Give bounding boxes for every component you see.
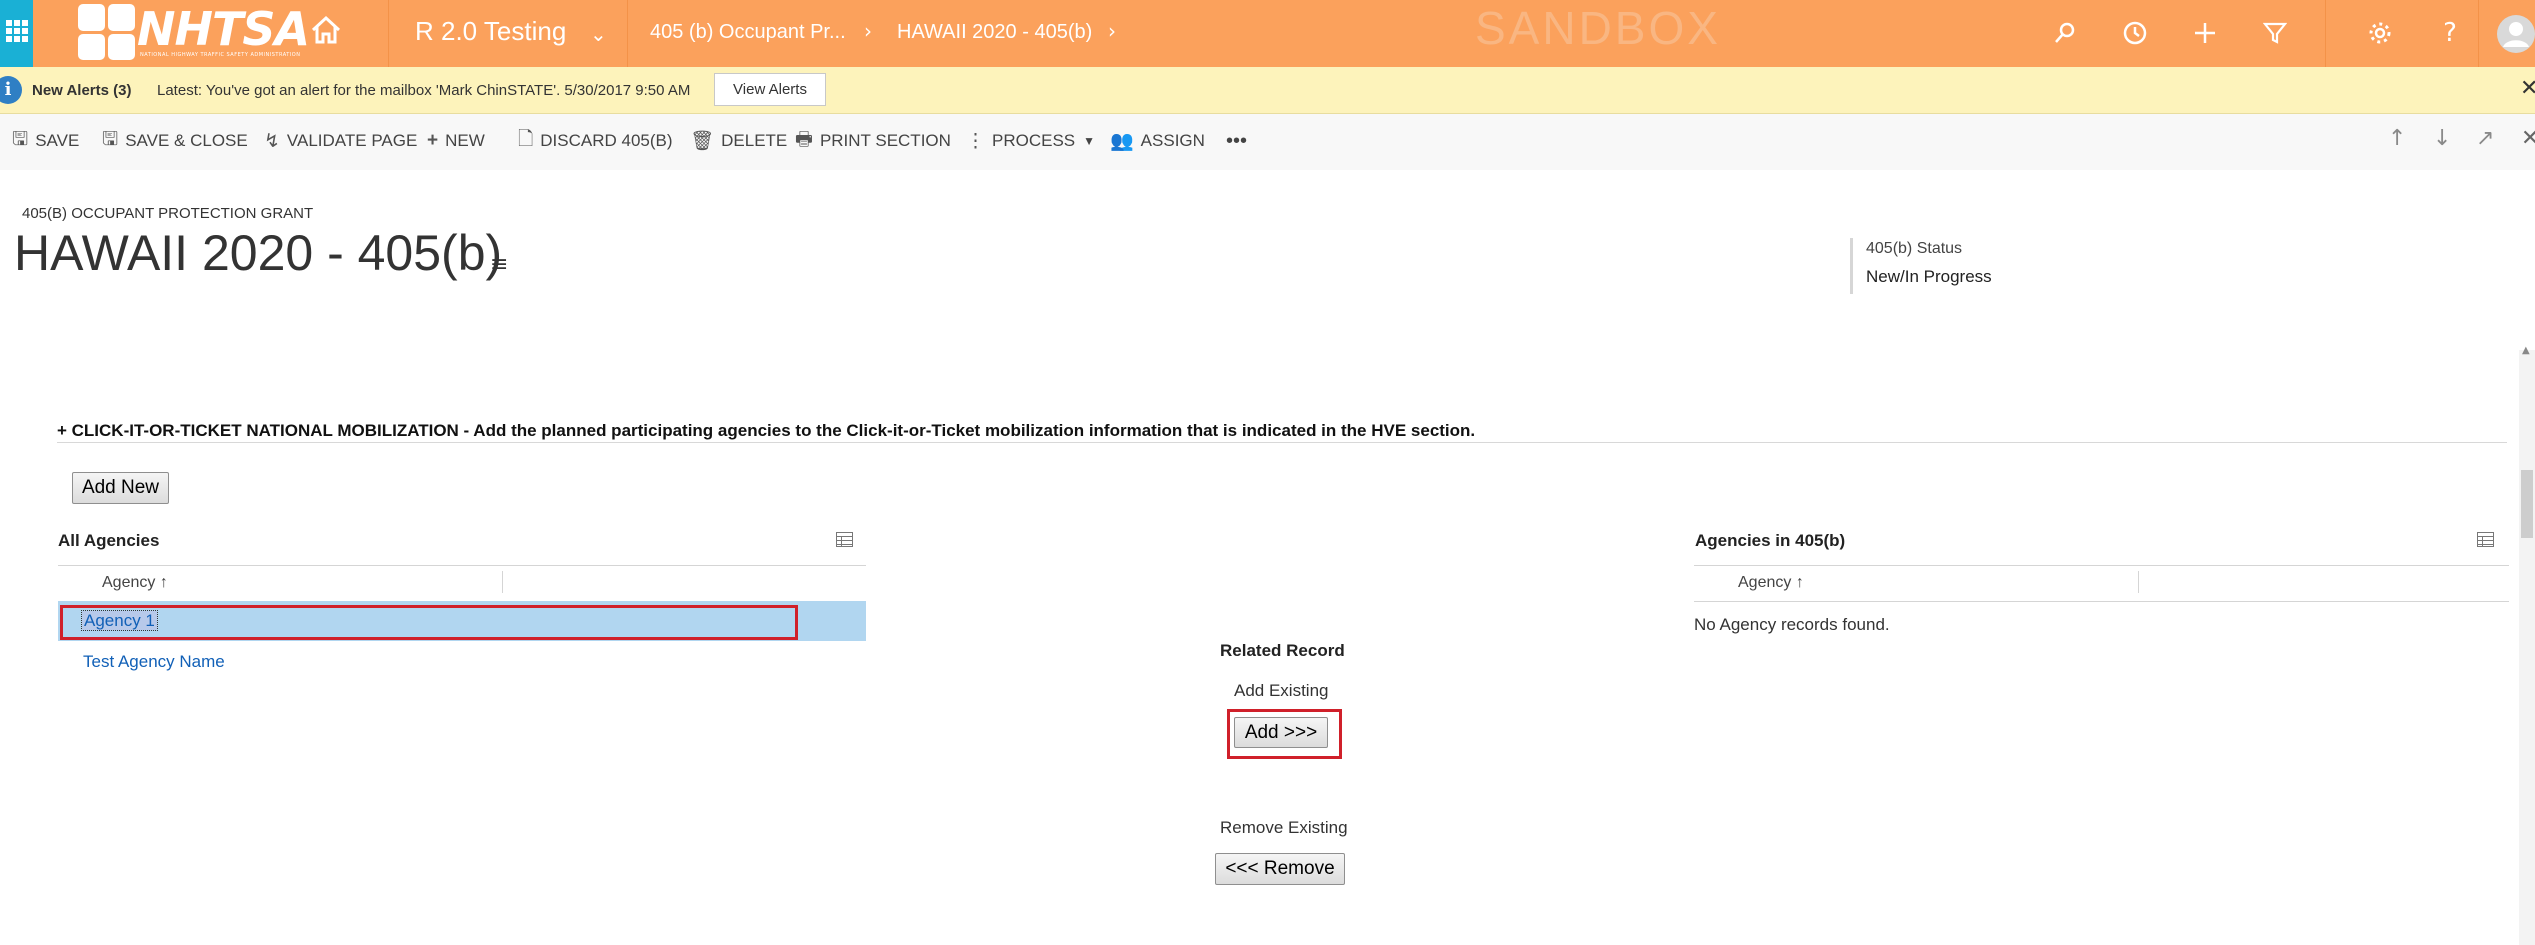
- filter-icon[interactable]: [2260, 18, 2290, 48]
- remove-button[interactable]: <<< Remove: [1215, 853, 1345, 885]
- status-value: New/In Progress: [1866, 267, 1992, 286]
- discard-icon: 🗋: [518, 129, 534, 150]
- chevron-right-icon[interactable]: ›: [1108, 19, 1116, 43]
- section-title[interactable]: + CLICK-IT-OR-TICKET NATIONAL MOBILIZATI…: [57, 421, 1475, 441]
- app-launcher-button[interactable]: [0, 0, 33, 67]
- save-close-icon: 🖫: [102, 129, 119, 150]
- entity-type-label: 405(B) OCCUPANT PROTECTION GRANT: [22, 205, 314, 222]
- print-label: PRINT SECTION: [819, 131, 951, 150]
- add-existing-label: Add Existing: [1234, 681, 1329, 700]
- save-button[interactable]: 🖫 SAVE: [12, 128, 79, 154]
- breadcrumb-record[interactable]: HAWAII 2020 - 405(b): [897, 21, 1092, 44]
- close-icon[interactable]: ✕: [2521, 126, 2535, 151]
- new-label: NEW: [445, 131, 485, 150]
- remove-existing-label: Remove Existing: [1220, 818, 1348, 837]
- close-icon[interactable]: ✕: [2520, 76, 2535, 101]
- empty-message: No Agency records found.: [1694, 615, 1890, 634]
- grid-view-icon[interactable]: [836, 532, 853, 547]
- nav-divider: [2325, 0, 2326, 67]
- highlight-box: [60, 605, 798, 640]
- section-divider: [57, 442, 2507, 443]
- discard-label: DISCARD 405(B): [540, 131, 673, 150]
- save-close-button[interactable]: 🖫 SAVE & CLOSE: [102, 128, 248, 154]
- chevron-right-icon: ›: [864, 19, 872, 43]
- add-button[interactable]: Add >>>: [1234, 717, 1328, 748]
- nav-divider: [2478, 0, 2479, 67]
- status-field: 405(b) Status New/In Progress: [1850, 238, 2000, 294]
- environment-label: SANDBOX: [1475, 2, 1721, 54]
- grid-divider: [1694, 565, 2509, 566]
- more-commands-button[interactable]: •••: [1226, 128, 1247, 154]
- all-agencies-title: All Agencies: [58, 531, 160, 550]
- new-button[interactable]: + NEW: [427, 128, 485, 154]
- gear-icon[interactable]: [2365, 18, 2395, 48]
- home-icon[interactable]: [310, 14, 342, 50]
- help-icon[interactable]: ?: [2435, 18, 2465, 48]
- grid-divider: [1694, 601, 2509, 602]
- process-icon: ⋮: [966, 130, 985, 152]
- logo-badges-icon: [78, 4, 136, 60]
- plus-icon[interactable]: [2190, 18, 2220, 48]
- agency-link[interactable]: Test Agency Name: [83, 652, 225, 672]
- user-avatar-icon[interactable]: [2496, 14, 2535, 54]
- save-close-label: SAVE & CLOSE: [125, 131, 248, 150]
- trash-icon: 🗑: [690, 131, 715, 152]
- table-row[interactable]: Agency 1: [81, 610, 158, 631]
- vertical-scrollbar[interactable]: [2519, 350, 2535, 945]
- agency-column-header[interactable]: Agency ↑: [1738, 574, 1804, 592]
- alert-message: Latest: You've got an alert for the mail…: [157, 82, 691, 99]
- top-nav-bar: [0, 0, 2535, 67]
- view-alerts-button[interactable]: View Alerts: [714, 73, 826, 106]
- assign-icon: 👥: [1110, 131, 1134, 152]
- save-icon: 🖫: [12, 129, 29, 150]
- alerts-count[interactable]: New Alerts (3): [32, 82, 131, 99]
- app-name[interactable]: R 2.0 Testing: [415, 16, 566, 47]
- grid-view-icon[interactable]: [2477, 532, 2494, 547]
- page-title: HAWAII 2020 - 405(b): [14, 225, 503, 281]
- scrollbar-thumb[interactable]: [2521, 470, 2533, 538]
- add-new-button[interactable]: Add New: [72, 472, 169, 504]
- assign-button[interactable]: 👥 ASSIGN: [1110, 128, 1205, 154]
- validate-label: VALIDATE PAGE: [286, 131, 418, 150]
- chevron-down-icon[interactable]: ⌄: [590, 22, 607, 46]
- breadcrumb-entity[interactable]: 405 (b) Occupant Pr...: [650, 21, 846, 44]
- delete-button[interactable]: 🗑 DELETE: [690, 128, 787, 154]
- status-label: 405(b) Status: [1866, 240, 1963, 257]
- print-section-button[interactable]: 🖶 PRINT SECTION: [795, 128, 951, 154]
- printer-icon: 🖶: [795, 129, 813, 150]
- process-button[interactable]: ⋮ PROCESS ▼: [966, 128, 1095, 154]
- grid-divider: [58, 565, 866, 566]
- plus-icon: +: [427, 130, 439, 151]
- arrow-up-icon[interactable]: ↑: [2388, 126, 2406, 151]
- scroll-up-icon[interactable]: ▲: [2522, 345, 2530, 356]
- logo-text: NHTSA: [137, 2, 310, 56]
- column-separator: [2138, 571, 2139, 593]
- column-separator: [502, 571, 503, 593]
- nav-divider: [388, 0, 389, 67]
- agency-column-header[interactable]: Agency ↑: [102, 574, 168, 592]
- form-selector-icon[interactable]: ≡: [490, 252, 508, 277]
- save-label: SAVE: [35, 131, 80, 150]
- delete-label: DELETE: [721, 131, 788, 150]
- assign-label: ASSIGN: [1140, 131, 1205, 150]
- search-icon[interactable]: [2050, 18, 2080, 48]
- waffle-icon: [6, 20, 28, 42]
- discard-button[interactable]: 🗋 DISCARD 405(B): [518, 128, 673, 154]
- process-label: PROCESS: [992, 131, 1076, 150]
- logo-subtitle: NATIONAL HIGHWAY TRAFFIC SAFETY ADMINIST…: [140, 52, 301, 58]
- nav-divider: [627, 0, 628, 67]
- related-record-title: Related Record: [1220, 641, 1345, 660]
- caret-down-icon: ▼: [1083, 134, 1096, 148]
- validate-page-button[interactable]: ↯ VALIDATE PAGE: [264, 128, 417, 154]
- validate-icon: ↯: [264, 130, 280, 152]
- agency-link[interactable]: Agency 1: [81, 610, 158, 631]
- arrow-down-icon[interactable]: ↓: [2433, 126, 2451, 151]
- history-icon[interactable]: [2120, 18, 2150, 48]
- expand-icon[interactable]: ↗: [2476, 126, 2494, 151]
- agencies-405b-title: Agencies in 405(b): [1695, 531, 1846, 550]
- nhtsa-logo[interactable]: NHTSA NATIONAL HIGHWAY TRAFFIC SAFETY AD…: [70, 2, 310, 64]
